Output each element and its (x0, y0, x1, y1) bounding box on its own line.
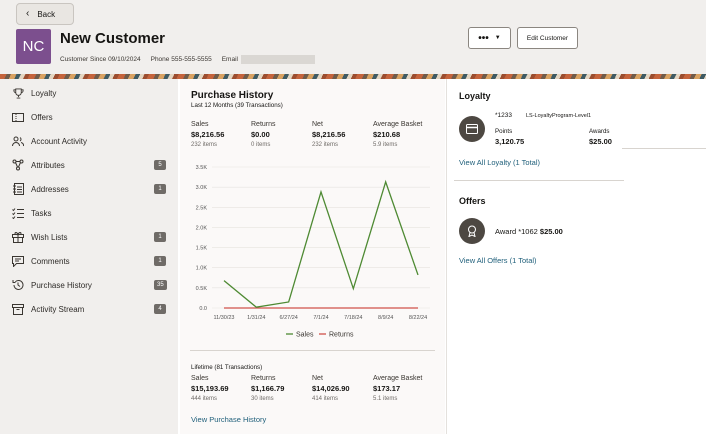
sidebar-item-tasks[interactable]: Tasks (0, 202, 178, 224)
activity-stream-count-badge: 4 (154, 304, 166, 314)
wish-lists-count-badge: 1 (154, 232, 166, 242)
back-button[interactable]: ‹ Back (16, 3, 74, 25)
lifetime-stat-average-basket: Average Basket $173.17 5.1 items (373, 375, 423, 402)
caret-down-icon: ▼ (494, 35, 501, 41)
stat-returns: Returns $0.00 0 items (251, 121, 276, 148)
x-tick-label: 8/22/24 (409, 315, 427, 321)
edit-customer-button[interactable]: Edit Customer (517, 27, 578, 49)
sidebar: Loyalty Offers Account Activity Attribut… (0, 79, 178, 434)
customer-since: Customer Since 09/10/2024 (60, 56, 141, 63)
chevron-left-icon: ‹ (26, 8, 30, 19)
sidebar-item-wish-lists[interactable]: Wish Lists 1 (0, 226, 178, 248)
network-icon (12, 159, 24, 171)
people-icon (12, 135, 24, 147)
sidebar-item-account-activity[interactable]: Account Activity (0, 130, 178, 152)
y-tick-label: 1.5K (196, 246, 208, 252)
x-tick-label: 1/31/24 (247, 315, 265, 321)
lifetime-title: Lifetime (81 Transactions) (191, 364, 263, 371)
y-tick-label: 3.5K (196, 165, 208, 171)
x-tick-label: 6/27/24 (279, 315, 297, 321)
view-all-offers-link[interactable]: View All Offers (1 Total) (459, 256, 537, 265)
award-icon (459, 218, 485, 244)
legend-label-sales: Sales (296, 332, 314, 339)
back-label: Back (37, 9, 56, 19)
sidebar-item-addresses[interactable]: Addresses 1 (0, 178, 178, 200)
more-actions-button[interactable]: ••• ▼ (468, 27, 511, 49)
offers-title: Offers (459, 196, 486, 206)
stat-average-basket: Average Basket $210.68 5.9 items (373, 121, 423, 148)
loyalty-card-number: *1233 (495, 112, 512, 119)
archive-icon (12, 303, 24, 315)
address-book-icon (12, 183, 24, 195)
x-tick-label: 7/18/24 (344, 315, 362, 321)
purchase-history-subtitle: Last 12 Months (39 Transactions) (191, 102, 283, 109)
points-value: 3,120.75 (495, 137, 525, 146)
checklist-icon (12, 207, 24, 219)
points-label: Points (495, 128, 513, 135)
email-redacted (240, 55, 315, 64)
sidebar-item-comments[interactable]: Comments 1 (0, 250, 178, 272)
history-icon (12, 279, 24, 291)
y-tick-label: 3.0K (196, 185, 208, 191)
sidebar-item-loyalty[interactable]: Loyalty (0, 82, 178, 104)
purchase-history-count-badge: 35 (154, 280, 167, 290)
purchase-history-chart: 0.0 0.5K 1.0K 1.5K 2.0K 2.5K 3.0K 3.5K 11/30/23 1… (196, 165, 430, 339)
loyalty-offers-panel: Loyalty *1233 LS-LoyaltyProgram-Level1 P… (446, 79, 706, 434)
lifetime-stat-net: Net $14,026.90 414 items (312, 375, 350, 402)
legend-label-returns: Returns (329, 332, 354, 339)
lifetime-stat-sales: Sales $15,193.69 444 items (191, 375, 229, 402)
y-tick-label: 2.5K (196, 205, 208, 211)
lifetime-stat-returns: Returns $1,166.79 30 items (251, 375, 285, 402)
ticket-icon (12, 111, 24, 123)
comment-icon (12, 255, 24, 267)
comments-count-badge: 1 (154, 256, 166, 266)
x-tick-label: 11/30/23 (213, 315, 234, 321)
section-divider (190, 350, 435, 351)
offer-text: Award *1062 (495, 227, 538, 236)
loyalty-program: LS-LoyaltyProgram-Level1 (526, 113, 592, 119)
sidebar-item-attributes[interactable]: Attributes 5 (0, 154, 178, 176)
avatar: NC (16, 29, 51, 64)
stat-sales: Sales $8,216.56 232 items (191, 121, 225, 148)
loyalty-card-icon (459, 116, 485, 142)
loyalty-title: Loyalty (459, 91, 491, 101)
customer-meta: Customer Since 09/10/2024 Phone 555-555-… (60, 55, 315, 64)
sidebar-item-purchase-history[interactable]: Purchase History 35 (0, 274, 178, 296)
purchase-history-panel: Purchase History Last 12 Months (39 Tran… (180, 79, 445, 434)
offer-item[interactable]: Award *1062 $25.00 (495, 227, 563, 236)
email: Email (222, 55, 315, 64)
loyalty-divider (454, 180, 624, 181)
x-tick-label: 8/9/24 (378, 315, 393, 321)
gift-icon (12, 231, 24, 243)
view-all-loyalty-link[interactable]: View All Loyalty (1 Total) (459, 158, 540, 167)
attributes-count-badge: 5 (154, 160, 166, 170)
sidebar-item-activity-stream[interactable]: Activity Stream 4 (0, 298, 178, 320)
phone: Phone 555-555-5555 (150, 56, 212, 63)
loyalty-card-edge (622, 148, 706, 149)
awards-value: $25.00 (589, 137, 612, 146)
x-tick-label: 7/1/24 (313, 315, 328, 321)
y-tick-label: 1.0K (196, 266, 208, 272)
customer-header: ‹ Back NC New Customer Customer Since 09… (0, 0, 706, 74)
purchase-history-title: Purchase History (191, 90, 274, 101)
addresses-count-badge: 1 (154, 184, 166, 194)
y-tick-label: 0.0 (199, 306, 207, 312)
view-purchase-history-link[interactable]: View Purchase History (191, 415, 266, 424)
series-line-sales (223, 179, 419, 308)
offer-value: $25.00 (539, 227, 563, 236)
customer-name: New Customer (60, 30, 166, 47)
trophy-icon (12, 87, 24, 99)
y-tick-label: 0.5K (196, 286, 208, 292)
stat-net: Net $8,216.56 232 items (312, 121, 346, 148)
y-tick-label: 2.0K (196, 225, 208, 231)
sidebar-item-offers[interactable]: Offers (0, 106, 178, 128)
awards-label: Awards (589, 128, 610, 135)
